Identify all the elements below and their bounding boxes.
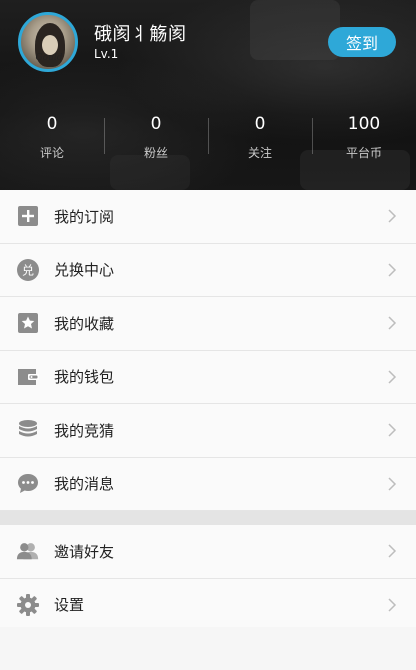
database-icon	[16, 418, 40, 442]
exchange-icon: 兑	[16, 258, 40, 282]
chevron-right-icon	[388, 209, 397, 223]
chevron-right-icon	[388, 423, 397, 437]
profile-header: Gould 硪阂丬觞阂 Lv.1 签到 0 评论 0 粉丝 0 关注 100 平…	[0, 0, 416, 190]
stat-label: 平台币	[345, 146, 382, 160]
stat-coins[interactable]: 100 平台币	[312, 110, 416, 166]
users-icon	[16, 539, 40, 563]
signin-button[interactable]: 签到	[328, 27, 396, 57]
menu-item-label: 我的钱包	[54, 368, 115, 387]
background-decoration	[250, 0, 340, 60]
chevron-right-icon	[388, 370, 397, 384]
avatar-face	[42, 35, 58, 55]
exchange-icon-glyph: 兑	[22, 263, 34, 277]
stat-label: 粉丝	[143, 146, 168, 160]
avatar[interactable]: Gould	[18, 12, 78, 72]
menu-item-settings[interactable]: 设置	[0, 578, 416, 632]
chevron-right-icon	[388, 598, 397, 612]
chevron-right-icon	[388, 263, 397, 277]
menu-item-wallet[interactable]: 我的钱包	[0, 350, 416, 404]
menu-item-favorites[interactable]: 我的收藏	[0, 297, 416, 351]
avatar-signature: Gould	[35, 53, 63, 63]
wallet-icon	[16, 365, 40, 389]
menu-item-label: 邀请好友	[54, 542, 115, 561]
stat-comments[interactable]: 0 评论	[0, 110, 104, 166]
stat-fans[interactable]: 0 粉丝	[104, 110, 208, 166]
menu-item-label: 我的消息	[54, 475, 115, 494]
star-icon	[16, 311, 40, 335]
menu-item-invite-friends[interactable]: 邀请好友	[0, 525, 416, 579]
section-divider	[0, 511, 416, 525]
stat-label: 评论	[39, 146, 64, 160]
username: 硪阂丬觞阂	[94, 24, 187, 45]
menu-list: 我的订阅 兑 兑换中心 我的收藏 我的钱包 我的竞猜 我的消息 邀请好友 设置	[0, 190, 416, 632]
menu-item-label: 我的订阅	[54, 207, 115, 226]
menu-item-label: 兑换中心	[54, 261, 115, 280]
stat-value: 0	[150, 114, 162, 134]
stat-value: 0	[254, 114, 266, 134]
menu-item-label: 我的竞猜	[54, 421, 115, 440]
chevron-right-icon	[388, 316, 397, 330]
stat-label: 关注	[247, 146, 272, 160]
gear-icon	[16, 593, 40, 617]
stat-value: 100	[347, 114, 381, 134]
menu-item-messages[interactable]: 我的消息	[0, 457, 416, 511]
stat-following[interactable]: 0 关注	[208, 110, 312, 166]
menu-item-subscriptions[interactable]: 我的订阅	[0, 190, 416, 244]
chevron-right-icon	[388, 477, 397, 491]
menu-item-label: 我的收藏	[54, 314, 115, 333]
bottom-empty-area	[0, 627, 416, 670]
menu-item-guess[interactable]: 我的竞猜	[0, 404, 416, 458]
stat-value: 0	[46, 114, 58, 134]
menu-item-exchange[interactable]: 兑 兑换中心	[0, 243, 416, 297]
plus-square-icon	[16, 204, 40, 228]
message-icon	[16, 472, 40, 496]
chevron-right-icon	[388, 544, 397, 558]
user-level: Lv.1	[94, 47, 119, 61]
stats-bar: 0 评论 0 粉丝 0 关注 100 平台币	[0, 110, 416, 166]
menu-item-label: 设置	[54, 596, 85, 615]
